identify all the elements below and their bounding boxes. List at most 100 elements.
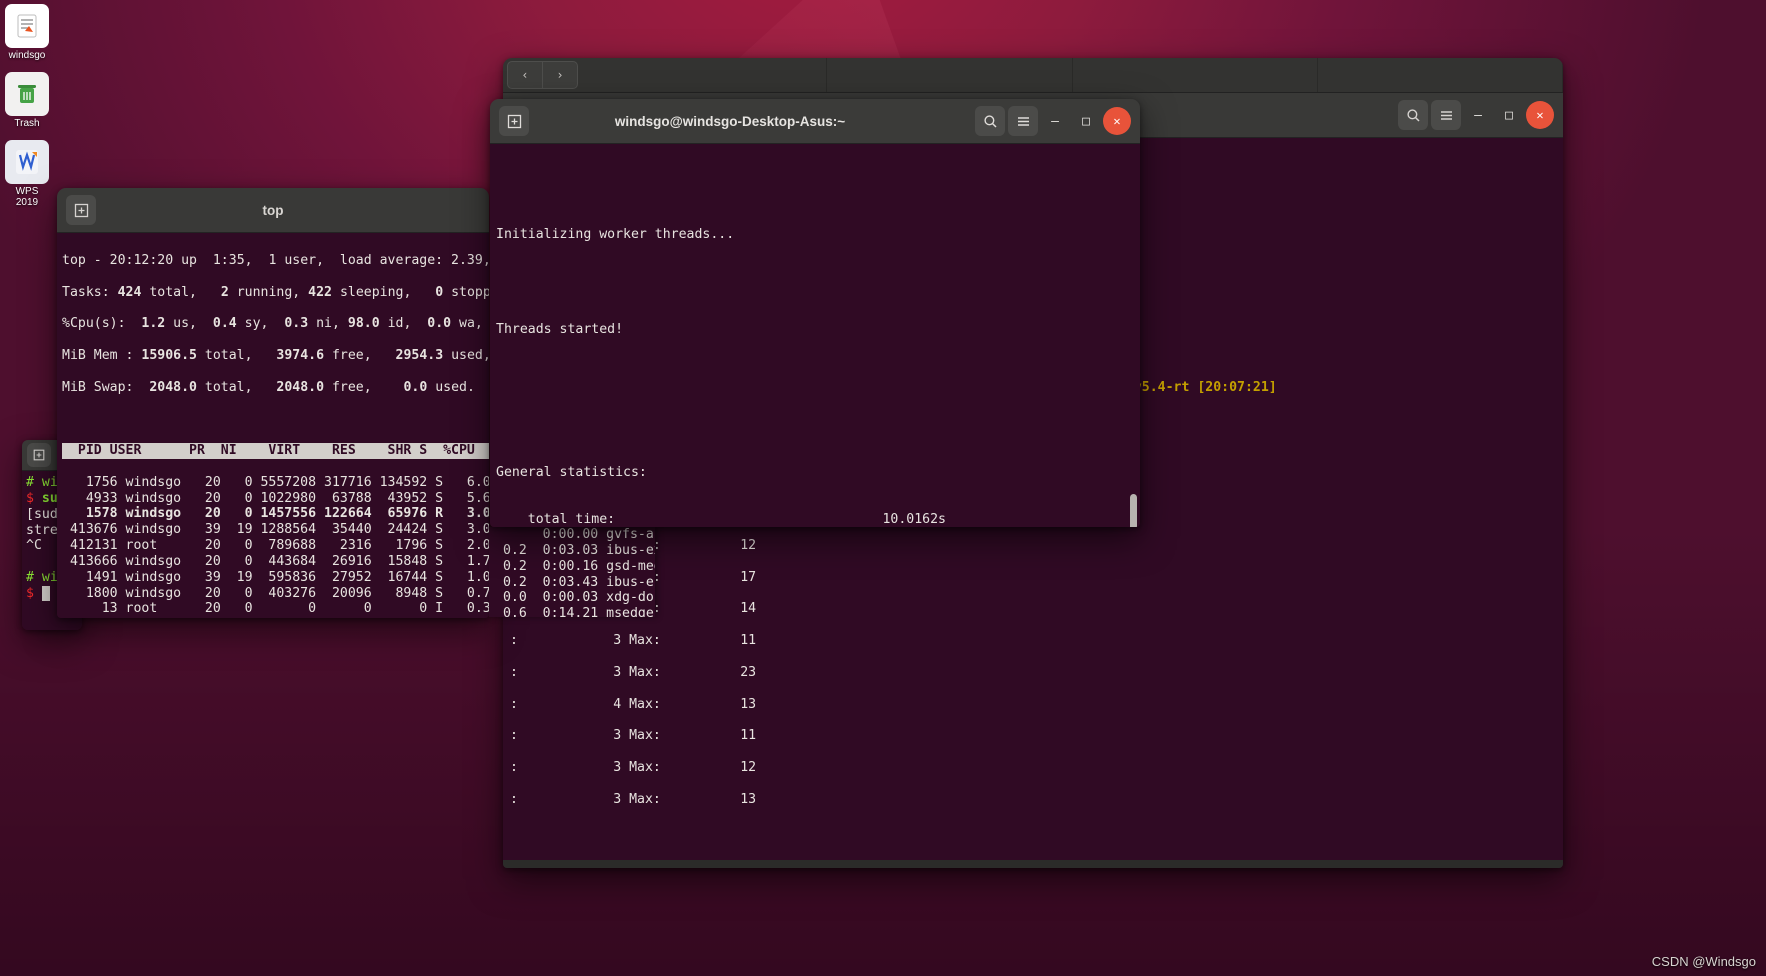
term-line: : 3 Max: 17 [510,570,1563,586]
top-process-row: 1756 windsgo 20 0 5557208 317716 134592 … [62,475,489,491]
top-mem-free: 3974.6 [276,348,324,363]
top-mem-total: 15906.5 [141,348,197,363]
top-tail-row: 0.0 0:00.03 xdg-doc+ [495,590,655,606]
top-column-headers: PID USER PR NI VIRT RES SHR S %CPU [62,443,489,459]
top-process-row: 413676 windsgo 39 19 1288564 35440 24424… [62,522,489,538]
sysbench-general-header: General statistics: [496,465,1140,481]
top-label: running, [229,285,308,300]
top-header-mem: MiB Mem : 15906.5 total, 3974.6 free, 29… [62,348,489,364]
top-label: MiB Swap: [62,380,149,395]
top-tail-column: 0:00.00 gvfs-af 0.2 0:03.03 ibus-ex+ 0.2… [489,527,655,617]
back-icon[interactable]: ‹ [507,61,543,89]
tab-item[interactable] [1073,58,1318,92]
tab-item[interactable] [1318,58,1563,92]
titlebar-controls[interactable]: – □ ✕ [975,106,1140,136]
top-swap-free: 2048.0 [276,380,324,395]
top-label: ni, [308,316,348,331]
top-label: used, [443,348,489,363]
top-tail-row: 0.2 0:00.16 gsd-med+ [495,559,655,575]
hamburger-icon[interactable] [1008,106,1038,136]
search-icon[interactable] [975,106,1005,136]
top-label: MiB Mem : [62,348,141,363]
top-label: sy, [237,316,285,331]
tab-strip[interactable]: ‹ › [503,58,1563,93]
top-tail-row: 0.2 0:03.03 ibus-ex+ [495,543,655,559]
nav-buttons[interactable]: ‹ › [503,58,582,92]
top-tail-row: 0.6 0:14.21 msedge [495,606,655,617]
top-process-row: 1578 windsgo 20 0 1457556 122664 65976 R… [62,506,489,522]
titlebar-top[interactable]: top [57,188,489,233]
window-bottom-bar [503,860,1563,868]
tab-item[interactable] [582,58,827,92]
tab-item[interactable] [827,58,1072,92]
close-button[interactable]: ✕ [1526,101,1554,129]
forward-icon[interactable]: › [543,61,578,89]
desktop-icon-trash[interactable]: Trash [4,72,50,129]
top-cpu-us: 1.2 [141,316,165,331]
new-tab-icon[interactable] [499,106,529,136]
term-line: : 3 Max: 13 [510,792,1563,808]
maximize-button[interactable]: □ [1072,107,1100,135]
new-tab-icon[interactable] [27,443,51,467]
term-line [496,275,1140,291]
term-line [496,370,1140,386]
desktop-icon-trash-label: Trash [4,118,50,129]
window-sysbench[interactable]: windsgo@windsgo-Desktop-Asus:~ – □ ✕ Ini… [490,99,1140,527]
top-tasks-sleeping: 422 [308,285,332,300]
top-label: Tasks: [62,285,118,300]
term-line: : 3 Max: 23 [510,665,1563,681]
top-swap-total: 2048.0 [149,380,197,395]
sysbench-general-stats: total time:10.0162s total number of even… [496,512,1140,527]
desktop-icon-wps[interactable]: WPS 2019 [4,140,50,208]
term-line: : 3 Max: 11 [510,728,1563,744]
top-label: used. [427,380,475,395]
top-process-row: 1489 windsgo 9 -11 2352892 22332 16660 S… [62,617,489,618]
close-button[interactable]: ✕ [1103,107,1131,135]
top-mem-used: 2954.3 [396,348,444,363]
top-label: top - [62,253,110,268]
term-line: : 3 Max: 12 [510,538,1563,554]
minimize-button[interactable]: – [1041,107,1069,135]
top-process-row: 13 root 20 0 0 0 0 I 0.3 [62,601,489,617]
stat-row: total time:10.0162s [496,512,1140,527]
new-tab-icon[interactable] [66,195,96,225]
top-label: total, [197,348,276,363]
top-tail-row: 0:00.00 gvfs-af [495,527,655,543]
top-time: 20:12:20 [110,253,174,268]
term-text: su [42,491,58,506]
titlebar-title-top: top [57,203,489,218]
top-swap-used: 0.0 [403,380,427,395]
term-text: # wi [26,475,58,490]
term-text: ^C [26,538,42,553]
top-cpu-ni: 0.3 [284,316,308,331]
titlebar-sysbench[interactable]: windsgo@windsgo-Desktop-Asus:~ – □ ✕ [490,99,1140,144]
term-line: : 3 Max: 11 [510,633,1563,649]
scrollbar-thumb[interactable] [1130,494,1137,527]
minimize-button[interactable]: – [1464,101,1492,129]
top-label: sleeping, [332,285,435,300]
terminal-output-top[interactable]: top - 20:12:20 up 1:35, 1 user, load ave… [57,233,489,618]
hamburger-icon[interactable] [1431,100,1461,130]
top-header-cpu: %Cpu(s): 1.2 us, 0.4 sy, 0.3 ni, 98.0 id… [62,316,489,332]
top-uptime: up 1:35, 1 user, load average: 2.39, [173,253,489,268]
titlebar-controls[interactable]: – □ ✕ [1398,100,1563,130]
top-tasks-total: 424 [118,285,142,300]
terminal-output-sysbench[interactable]: Initializing worker threads... Threads s… [490,144,1140,527]
desktop-icon-files[interactable]: windsgo [4,4,50,61]
top-tasks-stopped: 0 [435,285,443,300]
top-label: %Cpu(s): [62,316,141,331]
term-text: [sud [26,507,58,522]
window-top[interactable]: top top - 20:12:20 up 1:35, 1 user, load… [57,188,489,618]
top-cpu-sy: 0.4 [213,316,237,331]
term-text: stre [26,523,58,538]
top-process-row: 4933 windsgo 20 0 1022980 63788 43952 S … [62,491,489,507]
top-label: stoppe [443,285,489,300]
files-icon [5,4,49,48]
maximize-button[interactable]: □ [1495,101,1523,129]
top-cpu-wa: 0.0 [427,316,451,331]
top-cpu-id: 98.0 [348,316,380,331]
search-icon[interactable] [1398,100,1428,130]
term-text: $ [26,491,42,506]
top-process-row: 413666 windsgo 20 0 443684 26916 15848 S… [62,554,489,570]
sysbench-init: Initializing worker threads... [496,227,1140,243]
